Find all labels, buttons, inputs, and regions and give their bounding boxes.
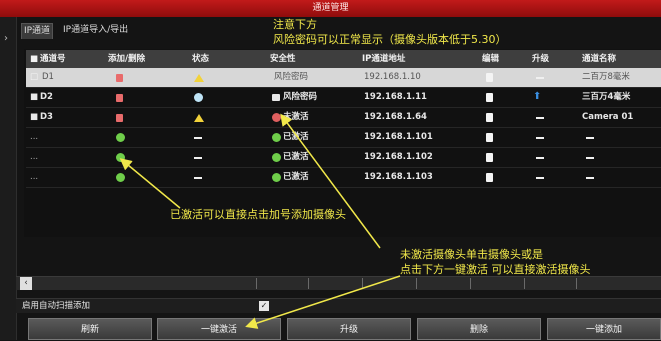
arrow-to-add (119, 158, 181, 209)
annotation-arrows (119, 113, 401, 329)
arrow-to-inactive (280, 113, 381, 249)
arrow-to-activate-button (245, 275, 401, 329)
